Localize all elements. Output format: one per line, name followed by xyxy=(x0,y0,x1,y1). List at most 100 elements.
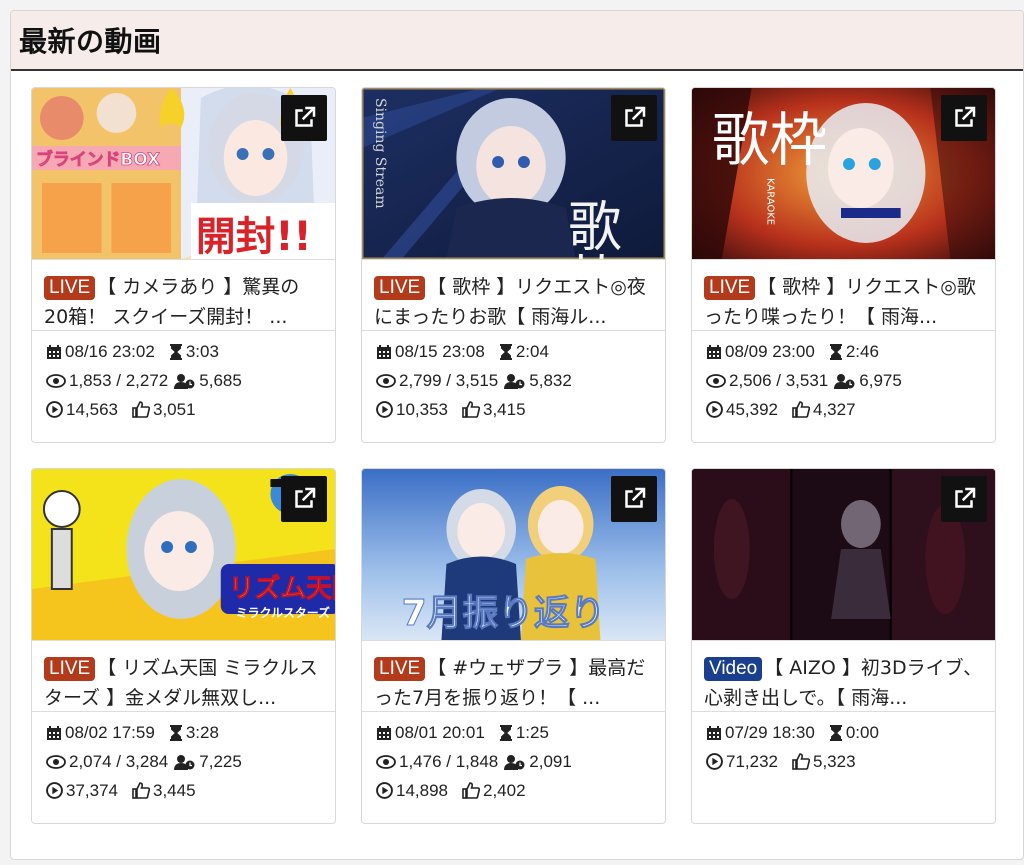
external-link-button[interactable] xyxy=(281,95,327,141)
live-badge: LIVE xyxy=(704,276,756,300)
video-title[interactable]: LIVE 【 カメラあり 】驚異の20箱！ スクイーズ開封！ ... xyxy=(32,260,335,330)
video-title[interactable]: LIVE 【 リズム天国 ミラクルスターズ 】金メダル無双し... xyxy=(32,641,335,711)
video-thumbnail[interactable]: リズム天国 ミラクルスターズ xyxy=(32,469,335,641)
external-link-button[interactable] xyxy=(941,95,987,141)
video-thumbnail[interactable]: 歌枠 KARAOKE xyxy=(692,88,995,260)
video-plays: 71,232 xyxy=(726,751,778,771)
thumbs-up-icon xyxy=(132,782,150,799)
calendar-icon xyxy=(377,725,391,740)
calendar-icon xyxy=(47,725,61,740)
play-circle-icon xyxy=(376,401,393,418)
live-badge: LIVE xyxy=(374,657,426,681)
video-likes: 5,323 xyxy=(813,751,856,771)
members-icon xyxy=(504,373,525,389)
hourglass-icon xyxy=(169,343,182,360)
video-thumbnail[interactable] xyxy=(692,469,995,641)
video-duration: 2:46 xyxy=(845,341,879,361)
video-duration: 3:03 xyxy=(185,341,219,361)
video-thumbnail[interactable]: 歌枠 Singing Stream xyxy=(362,88,665,260)
video-card[interactable]: 7月振り返り LIVE 【 #ウェザプラ 】最高だった7月を振り返り！【 ... … xyxy=(361,468,666,824)
external-link-button[interactable] xyxy=(611,476,657,522)
eye-icon xyxy=(706,373,726,388)
hourglass-icon xyxy=(499,724,512,741)
video-date: 08/16 23:02 xyxy=(65,341,155,361)
members-icon xyxy=(504,754,525,770)
play-circle-icon xyxy=(706,753,723,770)
external-link-icon xyxy=(955,106,976,127)
video-card[interactable]: 歌枠 Singing Stream LIVE 【 歌枠 】リクエスト◎夜にまったり… xyxy=(361,87,666,443)
hourglass-icon xyxy=(829,724,842,741)
video-date: 08/01 20:01 xyxy=(395,722,485,742)
video-grid: 開封!! ブラインドBOX LIVE 【 カメラあり 】驚異の20箱！ スクイーズ… xyxy=(31,87,996,824)
thumb-sub-text: ミラクルスターズ xyxy=(236,605,330,620)
external-link-button[interactable] xyxy=(281,476,327,522)
video-duration: 0:00 xyxy=(845,722,879,742)
video-date: 08/02 17:59 xyxy=(65,722,155,742)
hourglass-icon xyxy=(829,343,842,360)
thumb-sub-text: Singing Stream xyxy=(372,98,388,209)
video-meta: 07/29 18:30 0:00 71,232 5,323 xyxy=(692,711,995,796)
members-icon xyxy=(834,373,855,389)
thumb-overlay-text: 歌枠 xyxy=(559,198,622,259)
eye-icon xyxy=(46,754,66,769)
external-link-icon xyxy=(625,106,646,127)
video-meta: 08/16 23:02 3:03 1,853 / 2,272 5,685 14,… xyxy=(32,330,335,442)
thumbs-up-icon xyxy=(462,401,480,418)
video-plays: 37,374 xyxy=(66,780,118,800)
video-members: 5,832 xyxy=(529,370,572,390)
thumbs-up-icon xyxy=(792,753,810,770)
video-plays: 10,353 xyxy=(396,399,448,419)
video-date: 07/29 18:30 xyxy=(725,722,815,742)
video-meta: 08/02 17:59 3:28 2,074 / 3,284 7,225 37,… xyxy=(32,711,335,823)
video-members: 6,975 xyxy=(859,370,902,390)
video-views: 1,476 / 1,848 xyxy=(399,751,499,771)
video-views: 1,853 / 2,272 xyxy=(69,370,169,390)
video-likes: 3,445 xyxy=(153,780,196,800)
video-title[interactable]: Video 【 AIZO 】初3Dライブ、心剥き出しで。【 雨海... xyxy=(692,641,995,711)
section-title: 最新の動画 xyxy=(19,25,162,58)
video-date: 08/15 23:08 xyxy=(395,341,485,361)
video-card[interactable]: 歌枠 KARAOKE LIVE 【 歌枠 】リクエスト◎歌ったり喋ったり！【 雨海… xyxy=(691,87,996,443)
video-likes: 3,051 xyxy=(153,399,196,419)
video-plays: 45,392 xyxy=(726,399,778,419)
eye-icon xyxy=(46,373,66,388)
video-meta: 08/01 20:01 1:25 1,476 / 1,848 2,091 14,… xyxy=(362,711,665,823)
thumbs-up-icon xyxy=(792,401,810,418)
video-likes: 4,327 xyxy=(813,399,856,419)
external-link-button[interactable] xyxy=(611,95,657,141)
video-card[interactable]: リズム天国 ミラクルスターズ LIVE【 リズム天国 ミラクルスターズ 】金メダ… xyxy=(31,468,336,824)
video-duration: 1:25 xyxy=(515,722,549,742)
video-badge: Video xyxy=(704,657,763,681)
video-meta: 08/15 23:08 2:04 2,799 / 3,515 5,832 10,… xyxy=(362,330,665,442)
panel-header: 最新の動画 xyxy=(11,11,1023,71)
external-link-button[interactable] xyxy=(941,476,987,522)
video-card[interactable]: Video 【 AIZO 】初3Dライブ、心剥き出しで。【 雨海... 07/29… xyxy=(691,468,996,824)
thumb-sub-text: ブラインドBOX xyxy=(36,149,160,169)
video-thumbnail[interactable]: 開封!! ブラインドBOX xyxy=(32,88,335,260)
members-icon xyxy=(174,754,195,770)
external-link-icon xyxy=(295,106,316,127)
play-circle-icon xyxy=(46,782,63,799)
calendar-icon xyxy=(707,725,721,740)
video-views: 2,799 / 3,515 xyxy=(399,370,499,390)
external-link-icon xyxy=(955,487,976,508)
video-title[interactable]: LIVE 【 歌枠 】リクエスト◎夜にまったりお歌【 雨海ル... xyxy=(362,260,665,330)
video-members: 7,225 xyxy=(199,751,242,771)
calendar-icon xyxy=(377,344,391,359)
video-members: 5,685 xyxy=(199,370,242,390)
video-title[interactable]: LIVE 【 #ウェザプラ 】最高だった7月を振り返り！【 ... xyxy=(362,641,665,711)
thumbs-up-icon xyxy=(462,782,480,799)
video-thumbnail[interactable]: 7月振り返り xyxy=(362,469,665,641)
hourglass-icon xyxy=(169,724,182,741)
calendar-icon xyxy=(47,344,61,359)
video-likes: 3,415 xyxy=(483,399,526,419)
video-members: 2,091 xyxy=(529,751,572,771)
hourglass-icon xyxy=(499,343,512,360)
video-meta: 08/09 23:00 2:46 2,506 / 3,531 6,975 45,… xyxy=(692,330,995,442)
video-date: 08/09 23:00 xyxy=(725,341,815,361)
video-plays: 14,898 xyxy=(396,780,448,800)
live-badge: LIVE xyxy=(44,657,96,681)
live-badge: LIVE xyxy=(44,276,96,300)
video-card[interactable]: 開封!! ブラインドBOX LIVE 【 カメラあり 】驚異の20箱！ スクイーズ… xyxy=(31,87,336,443)
video-title[interactable]: LIVE 【 歌枠 】リクエスト◎歌ったり喋ったり！【 雨海... xyxy=(692,260,995,330)
